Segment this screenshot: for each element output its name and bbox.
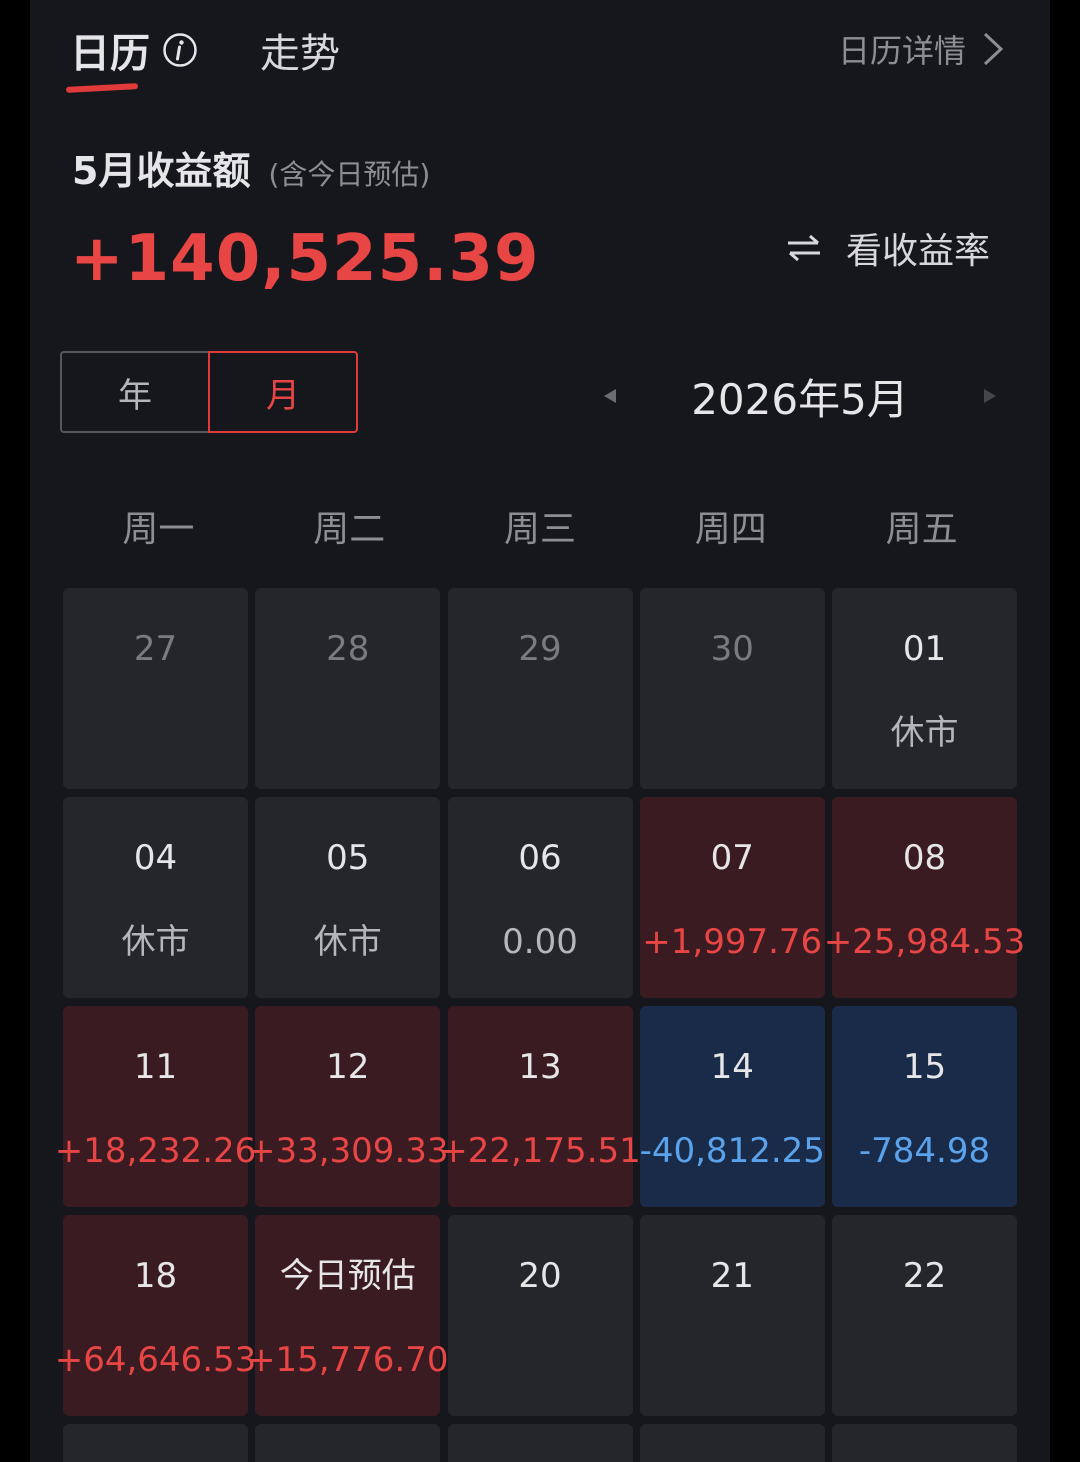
calendar-day-cell[interactable]: 18 +64,646.53 (55, 1215, 256, 1416)
day-value: +64,646.53 (54, 1340, 257, 1380)
view-return-rate-label: 看收益率 (845, 231, 990, 272)
active-tab-indicator (65, 83, 139, 93)
day-value: 休市 (313, 922, 382, 962)
summary-title: 5月收益额 (含今日预估) (72, 140, 430, 195)
tab-trend[interactable]: 走势 (260, 21, 340, 79)
calendar-day-cell[interactable]: 13 +22,175.51 (439, 1006, 641, 1207)
day-value: +33,309.33 (246, 1131, 449, 1171)
day-number: 30 (710, 629, 754, 669)
calendar-day-cell[interactable]: 08 +25,984.53 (824, 797, 1025, 998)
day-number: 29 (518, 629, 562, 669)
day-value: +18,232.26 (54, 1131, 257, 1171)
weekday-header: 周一 周二 周三 周四 周五 (63, 500, 1017, 552)
day-value: 休市 (121, 922, 190, 962)
calendar-day-cell[interactable]: 21 (639, 1215, 825, 1416)
calendar-day-cell[interactable]: 15 -784.98 (832, 1006, 1017, 1207)
day-value: 0.00 (502, 922, 578, 962)
summary-title-text: 5月收益额 (72, 149, 251, 193)
day-number: 18 (133, 1256, 178, 1296)
calendar-day-cell-cutoff[interactable] (447, 1424, 633, 1462)
calendar-day-cell[interactable]: 07 +1,997.76 (639, 797, 825, 998)
segment-year[interactable]: 年 (60, 351, 208, 433)
tab-calendar-label: 日历 (70, 31, 150, 77)
monthly-profit-amount: +140,525.39 (70, 222, 540, 296)
calendar-day-cell[interactable]: 12 +33,309.33 (247, 1006, 449, 1207)
calendar-day-cell-today[interactable]: 今日预估 +15,776.70 (247, 1215, 449, 1416)
calendar-detail-label: 日历详情 (837, 32, 966, 70)
view-return-rate-button[interactable]: 看收益率 (786, 222, 990, 274)
segment-month[interactable]: 月 (208, 351, 358, 433)
info-icon[interactable] (162, 32, 198, 68)
calendar-day-cell[interactable]: 04 休市 (63, 797, 248, 998)
chevron-right-icon (983, 32, 1004, 66)
day-value: -40,812.25 (639, 1131, 825, 1171)
calendar-detail-link[interactable]: 日历详情 (838, 26, 1004, 72)
day-number: 13 (518, 1047, 562, 1087)
weekday-label: 周一 (122, 509, 195, 550)
day-value: +1,997.76 (642, 922, 823, 962)
day-number: 07 (710, 838, 754, 878)
calendar-day-cell[interactable]: 11 +18,232.26 (55, 1006, 256, 1207)
day-number: 21 (710, 1256, 754, 1296)
day-number: 14 (710, 1047, 754, 1087)
tab-trend-label: 走势 (260, 31, 340, 77)
calendar-day-cell[interactable]: 05 休市 (255, 797, 441, 998)
calendar-day-cell[interactable]: 28 (255, 588, 441, 789)
calendar-day-cell[interactable]: 29 (447, 588, 633, 789)
day-value: 休市 (890, 713, 959, 753)
calendar-grid: 27 28 29 30 01 休市 04 休市 05 休市 06 0.00 07 +1,9… (55, 588, 1025, 1462)
calendar-day-cell[interactable]: 27 (63, 588, 248, 789)
month-navigator: 2026年5月 (600, 366, 1000, 426)
weekday-label: 周四 (694, 509, 767, 550)
day-number: 12 (326, 1047, 370, 1087)
current-month-label: 2026年5月 (691, 374, 909, 424)
day-number: 22 (902, 1256, 947, 1296)
swap-arrows-icon (787, 234, 820, 262)
weekday-label: 周二 (313, 509, 386, 550)
day-number: 08 (902, 838, 947, 878)
period-segmented-control: 年 月 (60, 351, 358, 433)
summary-subtitle: (含今日预估) (268, 158, 431, 191)
day-number: 27 (133, 629, 178, 669)
day-number: 11 (133, 1047, 178, 1087)
caret-right-icon (983, 389, 996, 403)
calendar-day-cell-cutoff[interactable] (832, 1424, 1017, 1462)
calendar-day-cell[interactable]: 06 0.00 (447, 797, 633, 998)
calendar-day-cell[interactable]: 22 (832, 1215, 1017, 1416)
next-month-button[interactable] (980, 386, 1000, 406)
weekday-label: 周三 (503, 509, 576, 550)
day-value: +22,175.51 (439, 1131, 641, 1171)
calendar-day-cell[interactable]: 30 (639, 588, 825, 789)
calendar-day-cell[interactable]: 01 休市 (832, 588, 1017, 789)
day-number: 20 (518, 1256, 562, 1296)
day-value: +15,776.70 (246, 1340, 449, 1380)
day-number: 04 (133, 838, 178, 878)
tab-bar: 日历 走势 (65, 20, 340, 93)
tab-calendar[interactable]: 日历 (65, 21, 198, 93)
day-number: 01 (902, 629, 947, 669)
calendar-day-cell[interactable]: 20 (447, 1215, 633, 1416)
calendar-day-cell-cutoff[interactable] (639, 1424, 825, 1462)
weekday-label: 周五 (885, 509, 958, 550)
calendar-day-cell[interactable]: 14 -40,812.25 (640, 1006, 825, 1207)
day-value: -784.98 (858, 1131, 991, 1171)
day-number: 05 (326, 838, 370, 878)
day-value: +25,984.53 (823, 922, 1026, 962)
prev-month-button[interactable] (600, 386, 620, 406)
caret-left-icon (604, 389, 616, 403)
day-number: 15 (902, 1047, 947, 1087)
calendar-day-cell-cutoff[interactable] (63, 1424, 248, 1462)
day-number: 06 (518, 838, 562, 878)
today-estimate-label: 今日预估 (279, 1256, 416, 1296)
day-number: 28 (326, 629, 370, 669)
profit-calendar-panel: 日历 走势 日历详情 5月收益额 (含今日预估) +140,525.39 看收益… (30, 0, 1050, 1462)
calendar-day-cell-cutoff[interactable] (255, 1424, 441, 1462)
